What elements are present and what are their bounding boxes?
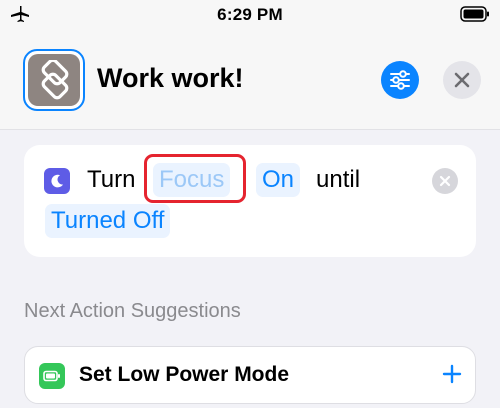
add-suggestion-button[interactable] — [439, 361, 465, 387]
suggestions-heading: Next Action Suggestions — [24, 300, 241, 322]
low-power-icon — [39, 363, 65, 389]
close-button[interactable] — [443, 61, 481, 99]
battery-icon — [460, 6, 489, 22]
shortcut-icon-button[interactable] — [23, 49, 85, 111]
close-icon — [454, 72, 470, 88]
sliders-icon — [390, 70, 410, 90]
suggestion-item-low-power-mode[interactable]: Set Low Power Mode — [24, 346, 476, 404]
suggestion-label: Set Low Power Mode — [79, 363, 290, 386]
action-connector: until — [316, 166, 361, 193]
until-parameter[interactable]: Turned Off — [45, 204, 171, 238]
shortcut-title[interactable]: Work work! — [97, 63, 244, 94]
moon-icon — [44, 168, 70, 194]
shortcuts-icon — [28, 54, 80, 106]
shortcut-header: Work work! — [0, 30, 500, 130]
plus-icon — [442, 364, 462, 384]
remove-icon — [439, 175, 451, 187]
state-parameter[interactable]: On — [256, 163, 301, 197]
status-bar: 6:29 PM — [0, 0, 500, 30]
focus-highlight-box — [144, 154, 246, 203]
action-verb: Turn — [87, 166, 136, 193]
settings-button[interactable] — [381, 61, 419, 99]
remove-action-button[interactable] — [432, 168, 458, 194]
status-time: 6:29 PM — [217, 5, 283, 24]
set-focus-action-card: Turn Focus On until Turned Off — [24, 145, 476, 257]
